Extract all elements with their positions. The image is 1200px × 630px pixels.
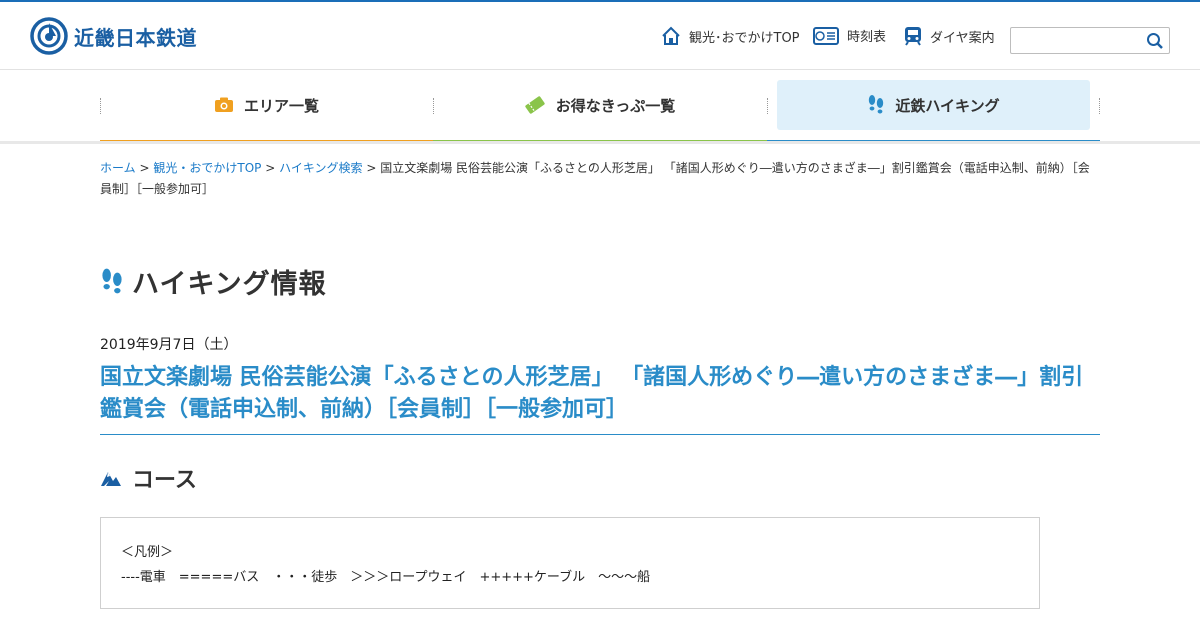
nav-divider [767,98,768,114]
breadcrumb-link-hiking-search[interactable]: ハイキング検索 [279,161,362,175]
ticket-icon [525,96,545,114]
breadcrumb-separator: > [265,161,276,175]
nav-tab-area-list[interactable]: エリア一覧 [110,80,423,130]
kintetsu-logo-icon [30,17,68,55]
breadcrumb-link-home[interactable]: ホーム [100,161,136,175]
nav-divider [433,98,434,114]
global-nav: エリア一覧 お得なきっぷ一覧 近鉄ハイキング [100,80,1100,144]
breadcrumb-link-tourism-top[interactable]: 観光・おでかけTOP [153,161,261,175]
course-legend-box: ＜凡例＞ ----電車 =====バス ・・・徒歩 ＞＞＞ロープウェイ ++++… [100,517,1040,609]
page-title: ハイキング情報 [100,262,327,301]
train-icon [905,27,921,46]
nav-tab-hiking[interactable]: 近鉄ハイキング [777,80,1090,130]
util-link-tourism-top[interactable]: 観光･おでかけTOP [661,26,800,46]
search-icon[interactable] [1146,32,1164,50]
site-search [1010,27,1170,54]
legend-line: ----電車 =====バス ・・・徒歩 ＞＞＞ロープウェイ +++++ケーブル… [121,570,651,585]
nav-divider [100,98,101,114]
page-title-text: ハイキング情報 [132,269,327,300]
util-link-timetable[interactable]: 時刻表 [813,26,886,45]
event-date: 2019年9月7日（土） [100,337,238,353]
nav-tab-discount-tickets[interactable]: お得なきっぷ一覧 [443,80,756,130]
course-section-heading: コース [100,462,197,494]
nav-divider [1099,98,1100,114]
mountain-icon [101,472,121,486]
breadcrumb: ホーム > 観光・おでかけTOP > ハイキング検索 > 国立文楽劇場 民俗芸能… [100,158,1100,200]
footprints-icon [869,95,884,114]
logo-text: 近畿日本鉄道 [74,25,197,50]
timetable-icon [813,26,839,45]
nav-tab-label: エリア一覧 [243,96,319,115]
site-logo[interactable]: 近畿日本鉄道 [30,17,197,55]
util-link-label: ダイヤ案内 [930,30,995,46]
breadcrumb-separator: > [366,161,377,175]
course-heading-text: コース [132,468,197,493]
util-link-label: 観光･おでかけTOP [689,30,800,46]
util-link-route-guide[interactable]: ダイヤ案内 [904,26,995,46]
legend-title: ＜凡例＞ [121,545,174,560]
nav-bottom-rule [0,141,1200,144]
nav-tab-label: 近鉄ハイキング [895,96,1000,115]
camera-icon [214,97,233,112]
search-input[interactable] [1017,31,1141,50]
house-icon [662,26,680,45]
footprints-icon [102,268,122,293]
site-header: 近畿日本鉄道 観光･おでかけTOP 時刻表 ダイヤ案内 [0,2,1200,70]
util-link-label: 時刻表 [847,30,887,45]
breadcrumb-separator: > [139,161,150,175]
event-title: 国立文楽劇場 民俗芸能公演「ふるさとの人形芝居」 「諸国人形めぐり―遣い方のさま… [100,362,1100,435]
nav-tab-label: お得なきっぷ一覧 [555,96,676,115]
